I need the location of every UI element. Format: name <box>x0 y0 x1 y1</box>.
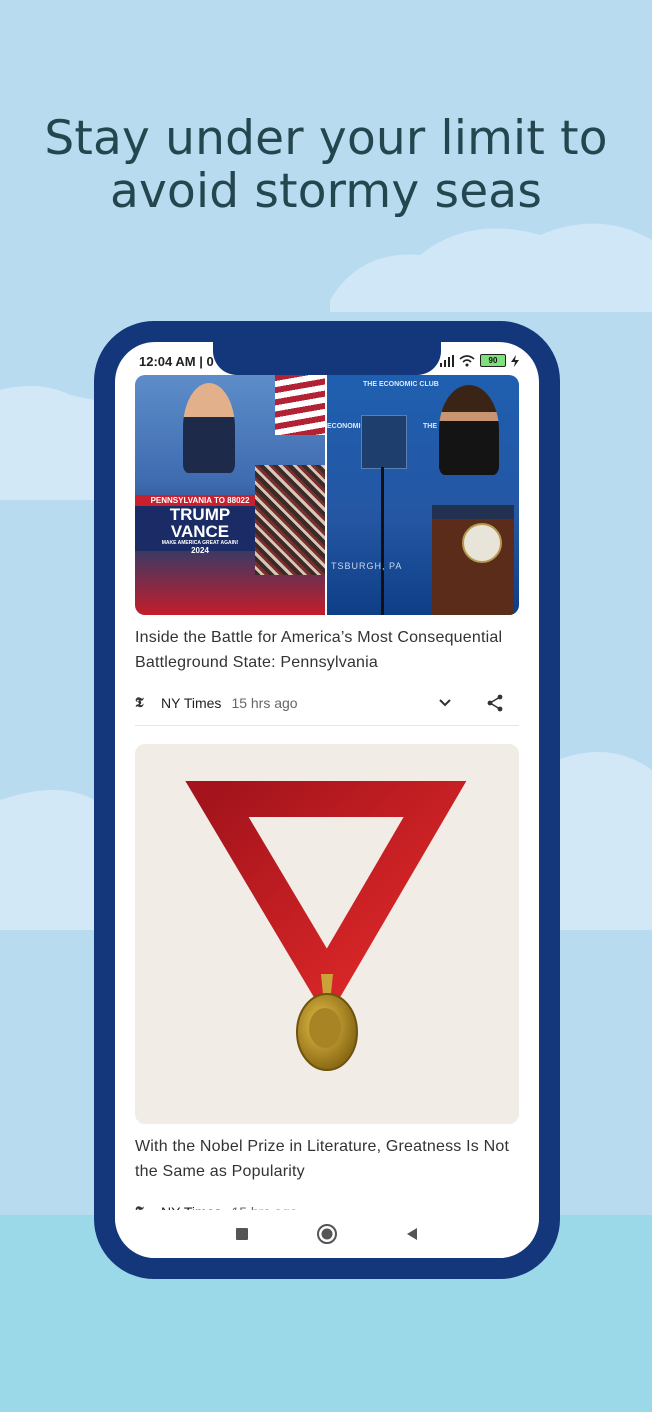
home-circle-icon[interactable] <box>317 1224 337 1244</box>
article-image[interactable] <box>135 744 519 1124</box>
phone-mockup: 12:04 AM | 0 90 PENNSYLVANIA TO 88022 TR… <box>94 321 560 1279</box>
phone-screen: 12:04 AM | 0 90 PENNSYLVANIA TO 88022 TR… <box>115 342 539 1258</box>
status-icons: 90 <box>440 354 519 367</box>
seal <box>462 523 502 563</box>
battery-icon: 90 <box>480 354 506 367</box>
android-nav-bar <box>115 1210 539 1258</box>
speaker-figure <box>183 383 235 473</box>
nyt-logo-icon: 𝕿 <box>135 695 144 711</box>
speaker-figure-2 <box>439 385 499 475</box>
teleprompter <box>361 415 407 469</box>
stand <box>381 467 384 615</box>
signal-icon <box>440 354 454 367</box>
podium-photo: THE ECONOMIC CLUB ECONOMIC CLUB THE ECON… <box>327 375 519 615</box>
chevron-down-icon[interactable] <box>435 693 455 713</box>
recents-square-icon[interactable] <box>235 1227 249 1241</box>
sign-line-1: TRUMP <box>169 505 231 524</box>
flag <box>275 375 325 435</box>
charging-icon <box>511 354 519 367</box>
article-image[interactable]: PENNSYLVANIA TO 88022 TRUMP VANCE MAKE A… <box>135 375 519 615</box>
divider <box>135 725 519 726</box>
article-card[interactable]: PENNSYLVANIA TO 88022 TRUMP VANCE MAKE A… <box>135 375 519 726</box>
rally-photo: PENNSYLVANIA TO 88022 TRUMP VANCE MAKE A… <box>135 375 325 615</box>
nobel-medal-illustration <box>185 781 467 1071</box>
news-feed[interactable]: PENNSYLVANIA TO 88022 TRUMP VANCE MAKE A… <box>135 375 519 1230</box>
phone-notch <box>213 342 441 375</box>
wifi-icon <box>459 354 475 366</box>
article-title[interactable]: Inside the Battle for America’s Most Con… <box>135 625 519 675</box>
club-banner-top: THE ECONOMIC CLUB <box>363 381 439 388</box>
status-time: 12:04 AM | 0 <box>139 354 214 369</box>
article-card[interactable]: With the Nobel Prize in Literature, Grea… <box>135 744 519 1230</box>
headline-line-1: Stay under your limit to <box>44 111 608 166</box>
article-time: 15 hrs ago <box>231 695 298 711</box>
share-icon[interactable] <box>485 693 505 713</box>
onboarding-headline: Stay under your limit to avoid stormy se… <box>0 112 652 218</box>
campaign-sign: PENNSYLVANIA TO 88022 TRUMP VANCE MAKE A… <box>135 495 265 555</box>
crowd <box>255 465 325 575</box>
article-meta: 𝕿 NY Times 15 hrs ago <box>135 685 519 721</box>
article-source[interactable]: NY Times <box>161 695 221 711</box>
headline-line-2: avoid stormy seas <box>110 164 542 219</box>
article-title[interactable]: With the Nobel Prize in Literature, Grea… <box>135 1134 519 1184</box>
sign-year: 2024 <box>191 546 209 555</box>
sign-line-2: VANCE <box>170 522 230 541</box>
pittsburgh-text: TSBURGH, PA <box>331 561 403 571</box>
back-triangle-icon[interactable] <box>405 1227 419 1241</box>
